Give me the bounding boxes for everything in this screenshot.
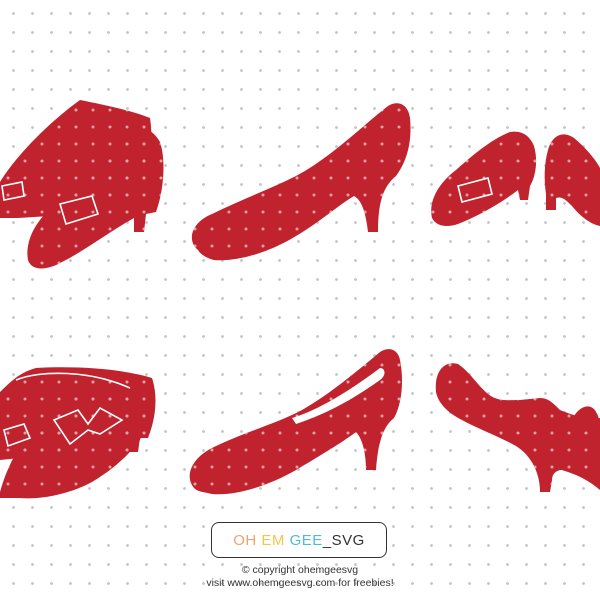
single-pump-bow xyxy=(435,363,600,492)
artwork xyxy=(0,100,600,499)
logo-word-em: EM xyxy=(261,531,285,549)
single-pump-2 xyxy=(189,349,402,495)
logo-word-gee: GEE xyxy=(289,531,323,549)
copyright-text: © copyright ohemgeesvg xyxy=(241,564,359,576)
single-pump-1 xyxy=(191,103,411,261)
shoe-pair-small xyxy=(431,131,600,226)
shoe-pair-bows xyxy=(0,367,156,499)
logo-word-oh: OH xyxy=(233,531,257,549)
logo-word-svg: _SVG xyxy=(322,531,365,549)
shoe-pair-1 xyxy=(0,100,164,269)
logo: OH EM GEE _SVG xyxy=(211,522,387,558)
website-text: visit www.ohemgeesvg.com for freebies! xyxy=(206,577,394,589)
